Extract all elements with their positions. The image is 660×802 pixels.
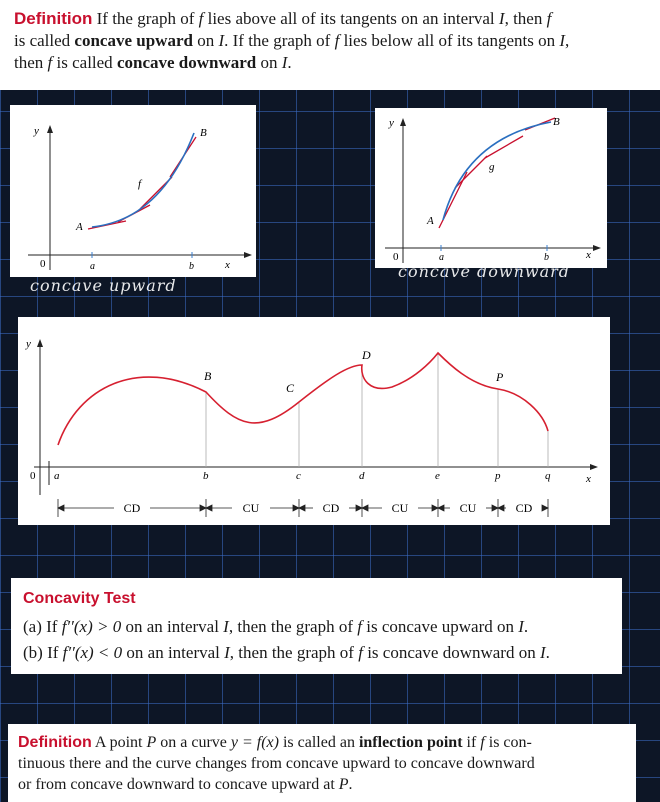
point-A-label: A: [75, 221, 83, 233]
x-axis-label: x: [585, 249, 591, 261]
point-C-label: C: [286, 381, 295, 395]
interval-label: CU: [460, 501, 477, 515]
point-D-label: D: [361, 348, 371, 362]
curve-g-label: g: [489, 161, 495, 173]
term-concave-downward: concave downward: [116, 53, 257, 72]
concavity-intervals-graph-panel: y x 0 a b c d e p q B C D P CD CU CD CU …: [18, 317, 610, 525]
y-axis-label: y: [25, 338, 31, 350]
tick-b: b: [203, 470, 209, 482]
tick-e: e: [435, 470, 440, 482]
definition-concavity-line-3: then f is called concave downward on I.: [14, 53, 292, 72]
definition-inflection-line-2: tinuous there and the curve changes from…: [18, 755, 535, 772]
point-A-label: A: [426, 215, 434, 227]
definition-concavity-line-1: Definition If the graph of f lies above …: [14, 9, 552, 28]
term-inflection-point: inflection point: [358, 734, 463, 751]
curve-f: [91, 132, 195, 228]
x-axis-label: x: [224, 259, 230, 271]
definition-concavity-line-2: is called concave upward on I. If the gr…: [14, 31, 570, 50]
concavity-test-panel: Concavity Test (a) If f′′(x) > 0 on an i…: [11, 578, 622, 674]
y-axis-label: y: [388, 117, 394, 129]
interval-label: CU: [392, 501, 409, 515]
definition-inflection-line-3: or from concave downward to concave upwa…: [18, 776, 353, 793]
tick-c: c: [296, 470, 301, 482]
term-concave-upward: concave upward: [74, 31, 193, 50]
point-B-label: B: [200, 127, 207, 139]
tick-b: b: [189, 261, 194, 272]
concave-downward-graph: y x 0 a b A B g: [385, 116, 601, 263]
concavity-intervals-graph: y x 0 a b c d e p q B C D P CD CU CD CU …: [25, 338, 598, 517]
handwritten-concave-upward: concave upward: [30, 276, 177, 295]
tick-p: p: [494, 470, 501, 482]
origin-label: 0: [40, 258, 46, 270]
tick-d: d: [359, 470, 365, 482]
y-axis-label: y: [33, 125, 39, 137]
concave-upward-graph-panel: y x 0 a b A B f: [10, 105, 256, 277]
interval-label: CD: [323, 501, 340, 515]
interval-label: CD: [124, 501, 141, 515]
curve-f: [57, 351, 549, 446]
handwritten-concave-downward: concave downward: [398, 262, 570, 281]
curve-g: [442, 121, 552, 221]
concavity-test-item-a: (a) If f′′(x) > 0 on an interval I, then…: [23, 617, 529, 636]
point-B-label: B: [553, 116, 560, 128]
tick-a: a: [54, 470, 60, 482]
concavity-test-title: Concavity Test: [23, 590, 136, 607]
tick-q: q: [545, 470, 551, 482]
definition-concavity-panel: Definition If the graph of f lies above …: [0, 0, 660, 90]
definition-label: Definition: [18, 734, 92, 751]
curve-f-label: f: [138, 178, 143, 190]
x-axis-label: x: [585, 473, 591, 485]
point-P-label: P: [495, 370, 504, 384]
origin-label: 0: [30, 470, 36, 482]
definition-label: Definition: [14, 9, 93, 28]
interval-label: CD: [516, 501, 533, 515]
interval-label: CU: [243, 501, 260, 515]
definition-inflection-line-1: Definition A point P on a curve y = f(x)…: [18, 734, 532, 751]
concave-downward-graph-panel: y x 0 a b A B g: [375, 108, 607, 268]
point-B-label: B: [204, 369, 212, 383]
definition-inflection-panel: Definition A point P on a curve y = f(x)…: [8, 724, 636, 802]
concave-upward-graph: y x 0 a b A B f: [28, 125, 252, 272]
concavity-test-item-b: (b) If f′′(x) < 0 on an interval I, then…: [23, 643, 550, 662]
tick-a: a: [90, 261, 95, 272]
